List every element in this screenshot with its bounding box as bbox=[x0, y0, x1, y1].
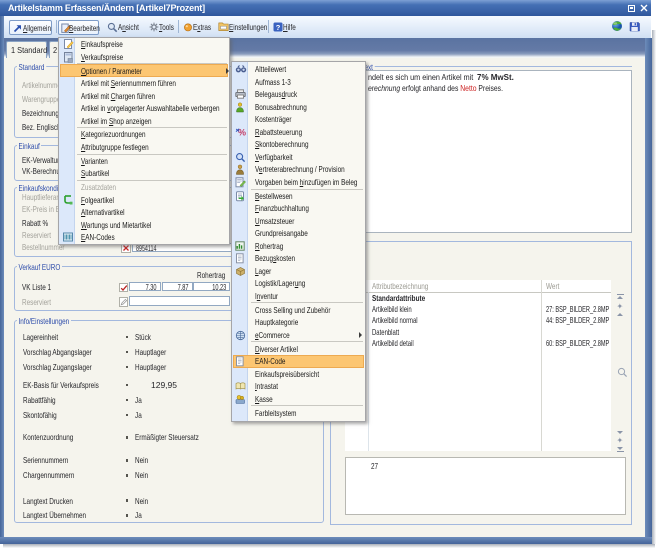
svg-text:?: ? bbox=[275, 22, 280, 31]
